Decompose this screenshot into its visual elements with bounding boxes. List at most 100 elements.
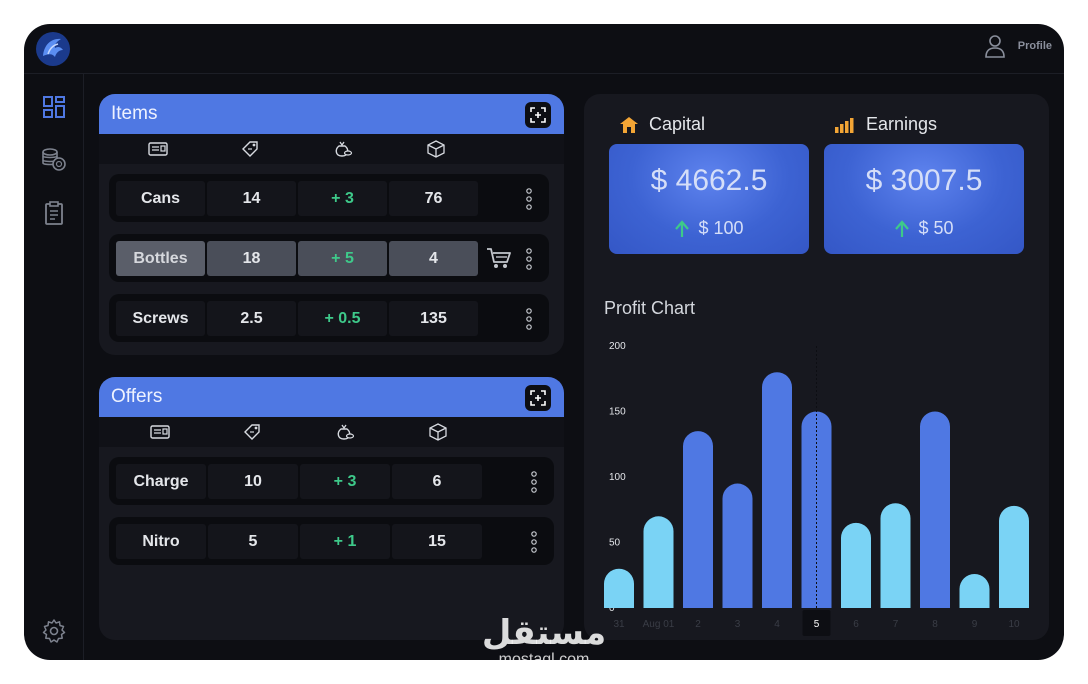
x-tick-label: Aug 01 [643,619,675,630]
items-expand-button[interactable] [525,102,551,128]
offer-name: Nitro [116,524,206,559]
chart-bar [643,516,674,608]
earnings-header: Earnings [834,114,937,135]
offer-stock: 6 [392,464,482,499]
capital-card[interactable]: $ 4662.5 $ 100 [609,144,809,254]
coins-icon[interactable] [41,146,67,172]
profile-label: Profile [1017,40,1052,52]
item-change: + 0.5 [298,301,387,336]
money-bag-icon [337,424,355,440]
capital-delta: $ 100 [609,218,809,239]
item-price: 14 [207,181,296,216]
item-name: Screws [116,301,205,336]
item-change: + 5 [298,241,387,276]
earnings-label: Earnings [866,114,938,134]
earnings-card[interactable]: $ 3007.5 $ 50 [824,144,1024,254]
table-row[interactable]: Nitro 5 + 1 15 [109,517,554,565]
y-tick-label: 200 [609,341,626,352]
cart-icon[interactable] [486,246,512,270]
y-tick-label: 50 [609,538,621,549]
chart-bar [959,573,990,608]
offers-expand-button[interactable] [525,385,551,411]
offers-column-headers [99,417,564,447]
earnings-delta-value: $ 50 [918,218,954,238]
items-panel-title: Items [111,103,158,124]
more-options-icon[interactable] [525,308,533,330]
offer-stock: 15 [392,524,482,559]
money-bag-icon [335,141,353,157]
arrow-up-icon [895,219,910,237]
more-options-icon[interactable] [530,471,538,493]
y-tick-label: 100 [609,472,626,483]
table-row[interactable]: Screws 2.5 + 0.5 135 [109,294,549,342]
offers-panel-title: Offers [111,386,163,407]
expand-icon [530,107,546,123]
mostaql-watermark: مستقل mostaql.com [482,613,606,668]
chart-bar [880,503,911,608]
gear-icon[interactable] [41,618,67,644]
phoenix-logo-icon[interactable] [34,30,72,68]
app-window: Profile Items Cans 14 + 3 76 Bottles 18 … [24,24,1064,660]
profit-chart[interactable]: 05010015020031 Aug 01 2 3 4 5 6 7 8 9 10 [584,334,1049,640]
x-tick-label: 6 [853,619,859,630]
item-stock: 76 [389,181,478,216]
offer-name: Charge [116,464,206,499]
x-tick-label: 7 [893,619,899,630]
more-options-icon[interactable] [525,248,533,270]
item-name: Cans [116,181,205,216]
watermark-url: mostaql.com [499,651,590,668]
offer-change: + 1 [300,524,390,559]
chart-title: Profit Chart [604,298,696,318]
capital-header: Capital [619,114,705,135]
arrow-up-icon [675,219,690,237]
more-options-icon[interactable] [525,188,533,210]
x-tick-label: 8 [932,619,938,630]
dashboard-icon[interactable] [41,94,67,120]
sidebar [24,74,84,660]
clipboard-icon[interactable] [41,200,67,226]
offer-price: 5 [208,524,298,559]
item-price: 2.5 [207,301,296,336]
capital-value: $ 4662.5 [650,164,768,197]
x-tick-label: 2 [695,619,701,630]
more-options-icon[interactable] [530,531,538,553]
item-price: 18 [207,241,296,276]
items-panel-header: Items [99,94,564,134]
chart-bar [604,568,634,608]
price-tag-icon [244,424,260,440]
chart-bar [841,522,871,608]
offer-change: + 3 [300,464,390,499]
table-row[interactable]: Bottles 18 + 5 4 [109,234,549,282]
table-row[interactable]: Charge 10 + 3 6 [109,457,554,505]
item-change: + 3 [298,181,387,216]
x-tick-label: 31 [613,619,625,630]
chart-bar [999,505,1029,608]
box-icon [427,140,445,158]
chart-bar [762,372,792,608]
user-icon [984,35,1005,58]
stats-panel: Capital $ 4662.5 $ 100 Earnings $ 3007.5… [584,94,1049,640]
items-panel: Items Cans 14 + 3 76 Bottles 18 + 5 4 Sc… [99,94,564,355]
item-name: Bottles [116,241,205,276]
chart-bar [920,411,950,608]
item-stock: 135 [389,301,478,336]
y-tick-label: 150 [609,407,626,418]
chart-bar [683,431,713,608]
x-tick-label: 5 [814,619,820,630]
chart-bar [722,483,753,608]
items-column-headers [99,134,564,164]
table-row[interactable]: Cans 14 + 3 76 [109,174,549,222]
offers-panel-header: Offers [99,377,564,417]
price-tag-icon [242,141,258,157]
offers-panel: Offers Charge 10 + 3 6 Nitro 5 + 1 15 [99,377,564,640]
profile-menu[interactable]: Profile [984,34,1052,58]
capital-delta-value: $ 100 [698,218,744,238]
bar-chart-icon [835,117,854,133]
earnings-value: $ 3007.5 [865,164,983,197]
house-icon [620,116,638,133]
x-tick-label: 9 [972,619,978,630]
id-card-icon [148,142,168,156]
x-tick-label: 10 [1008,619,1020,630]
earnings-delta: $ 50 [824,218,1024,239]
watermark-arabic: مستقل [482,613,606,653]
